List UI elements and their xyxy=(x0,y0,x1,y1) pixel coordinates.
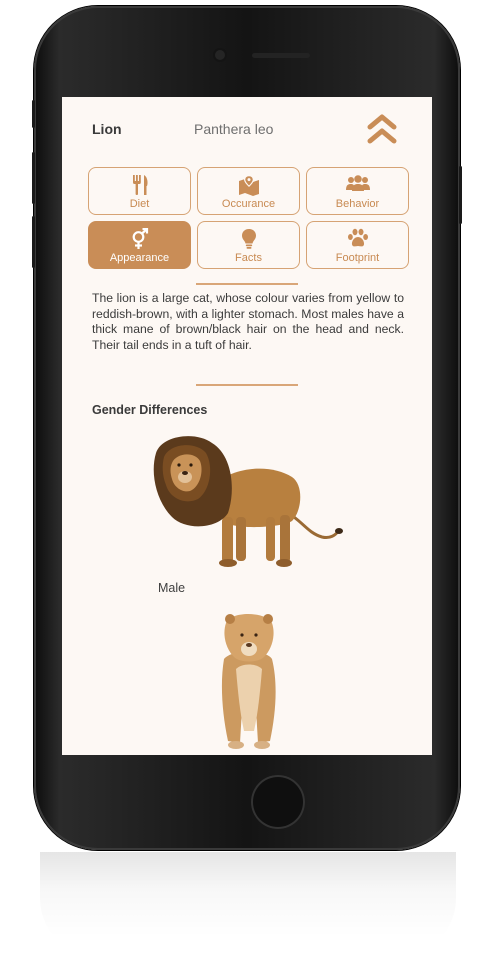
paw-icon xyxy=(307,228,408,248)
female-lion-image xyxy=(210,613,290,753)
volume-up-button[interactable] xyxy=(32,152,35,204)
header-bar: Lion Panthera leo xyxy=(62,97,432,159)
tab-footprint-label: Footprint xyxy=(335,252,380,264)
divider-bottom xyxy=(196,384,298,386)
page-title: Lion xyxy=(92,121,122,137)
double-chevron-up-icon[interactable] xyxy=(366,111,398,147)
male-lion-image xyxy=(152,433,348,573)
group-icon xyxy=(307,174,408,194)
fork-knife-icon xyxy=(89,174,190,195)
tab-behavior-label: Behavior xyxy=(335,198,380,210)
male-caption: Male xyxy=(158,581,186,595)
gender-section-heading: Gender Differences xyxy=(92,403,208,417)
device-reflection xyxy=(40,852,456,958)
scientific-name: Panthera leo xyxy=(194,121,274,137)
gender-icon xyxy=(89,228,190,249)
home-button[interactable] xyxy=(251,775,305,829)
description-text: The lion is a large cat, whose colour va… xyxy=(92,291,404,352)
tab-diet[interactable]: Diet xyxy=(88,167,191,215)
tab-facts-label: Facts xyxy=(235,252,262,264)
earpiece-speaker xyxy=(252,53,310,58)
tab-behavior[interactable]: Behavior xyxy=(306,167,409,215)
tab-occurance[interactable]: Occurance xyxy=(197,167,300,215)
tab-diet-label: Diet xyxy=(129,198,150,210)
divider-top xyxy=(196,283,298,285)
map-pin-icon xyxy=(198,174,299,196)
mute-switch[interactable] xyxy=(32,100,35,128)
app-screen: Lion Panthera leo Diet Occurance Behavio… xyxy=(62,97,432,755)
tab-appearance-label: Appearance xyxy=(109,252,170,264)
tab-facts[interactable]: Facts xyxy=(197,221,300,269)
tab-footprint[interactable]: Footprint xyxy=(306,221,409,269)
tab-appearance[interactable]: Appearance xyxy=(88,221,191,269)
front-camera xyxy=(215,50,225,60)
power-button[interactable] xyxy=(459,166,462,224)
lightbulb-icon xyxy=(198,228,299,249)
volume-down-button[interactable] xyxy=(32,216,35,268)
tab-occurance-label: Occurance xyxy=(221,198,276,210)
